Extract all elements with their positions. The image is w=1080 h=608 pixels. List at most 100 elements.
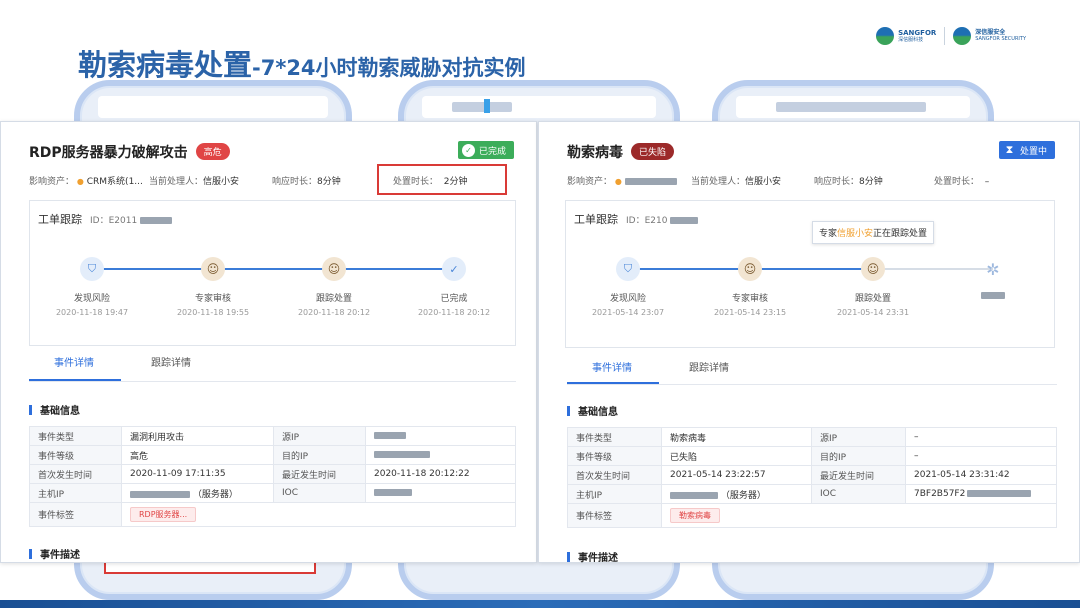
tracking-title-text: 工单跟踪 [38, 213, 82, 226]
table-value: 2021-05-14 23:31:42 [905, 465, 1057, 485]
step-time: 2020-11-18 19:55 [176, 308, 250, 317]
incident-card-ransomware: 勒索病毒 已失陷 ⧗ 处置中 影响资产： ● 当前处理人：信服小安 响应时长：8分… [538, 121, 1080, 564]
table-value: 勒索病毒 [661, 503, 1057, 528]
tab-tracking-details[interactable]: 跟踪详情 [689, 359, 729, 374]
table-key: 事件等级 [29, 445, 122, 465]
severity-tag: 已失陷 [631, 143, 675, 160]
table-value: 高危 [121, 445, 274, 465]
table-key: 最近发生时间 [811, 465, 906, 485]
host-ip-suffix: （服务器） [192, 489, 238, 500]
tracking-title: 工单跟踪 ID：E2011 [38, 211, 173, 227]
status-label: 处置中 [1019, 146, 1047, 157]
process-value: – [984, 177, 990, 187]
asset-meta: 影响资产： ● [567, 174, 677, 187]
blue-highlight [484, 99, 490, 113]
shield-icon: ⛉ [80, 257, 104, 281]
process-label: 处置时长： [934, 177, 980, 187]
tab-event-details[interactable]: 事件详情 [592, 359, 632, 374]
slide-title-sub: -7*24小时勒索威胁对抗实例 [252, 56, 526, 80]
incident-card-rdp: RDP服务器暴力破解攻击 高危 ✓ 已完成 影响资产： ● CRM系统(1... … [0, 121, 537, 563]
response-meta: 响应时长：8分钟 [814, 174, 883, 187]
sangfor-security-logo: 深信服安全 SANGFOR SECURITY [953, 27, 1026, 45]
severity-tag: 高危 [195, 143, 230, 160]
sangfor-security-logo-icon [953, 27, 972, 45]
tooltip-name: 信服小安 [837, 229, 874, 239]
ticket-tracking: 工单跟踪 ID：E2011 ⛉ ☺ ☺ ✓ 发现风险 专家审核 跟踪处置 已完成 … [29, 200, 516, 346]
incident-title: 勒索病毒 已失陷 [567, 142, 675, 162]
table-key: IOC [273, 483, 366, 503]
expert-avatar-icon: ☺ [322, 257, 346, 281]
response-meta: 响应时长：8分钟 [272, 174, 341, 187]
event-tag-chip[interactable]: RDP服务器... [130, 507, 197, 522]
ticket-id: ID：E210 [626, 216, 699, 226]
table-value-blurred [365, 426, 516, 446]
table-key: 最近发生时间 [273, 464, 366, 484]
table-row: 主机IP （服务器） IOC [29, 483, 516, 503]
table-value-blurred [365, 483, 516, 503]
sangfor-logo: SANGFOR 深信服科技 [876, 27, 936, 45]
blurred-text [374, 489, 412, 496]
table-value: （服务器） [121, 483, 274, 503]
event-desc-heading: 事件描述 [567, 549, 618, 564]
tab-event-details[interactable]: 事件详情 [54, 354, 94, 369]
asset-dot-icon: ● [614, 177, 622, 186]
step-label: 发现风险 [73, 294, 110, 304]
table-key: 目的IP [273, 445, 366, 465]
table-key: 源IP [811, 427, 906, 447]
blurred-text [776, 102, 926, 112]
handler-value: 信服小安 [203, 177, 240, 187]
table-value: RDP服务器... [121, 502, 516, 527]
table-key: IOC [811, 484, 906, 504]
expert-avatar-icon: ☺ [201, 257, 225, 281]
process-meta: 处置时长： – [934, 174, 989, 187]
step-label: 发现风险 [609, 294, 646, 304]
step-label: 专家审核 [731, 294, 768, 304]
slide-title-main: 勒索病毒处置 [78, 48, 253, 82]
step-time: 2020-11-18 19:47 [55, 308, 129, 317]
incident-title-text: 勒索病毒 [567, 145, 623, 161]
step-label: 跟踪处置 [854, 294, 891, 304]
phone-header [736, 96, 970, 118]
handler-label: 当前处理人： [691, 177, 746, 187]
asset-value[interactable]: CRM系统(1... [87, 177, 143, 187]
tracking-tooltip: 专家信服小安正在跟踪处置 [812, 221, 935, 244]
ticket-id-text: ID：E2011 [90, 216, 138, 226]
slide: 勒索病毒处置-7*24小时勒索威胁对抗实例 SANGFOR 深信服科技 深信服安… [0, 0, 1080, 608]
step-label: 已完成 [440, 294, 468, 304]
status-label: 已完成 [478, 146, 506, 157]
table-row: 事件标签 RDP服务器... [29, 502, 516, 527]
tab-tracking-details[interactable]: 跟踪详情 [151, 354, 191, 369]
table-value: – [905, 446, 1057, 466]
status-processing-button[interactable]: ⧗ 处置中 [998, 141, 1055, 159]
table-row: 主机IP （服务器） IOC 7BF2B57F2 [567, 484, 1057, 504]
table-key: 事件标签 [29, 502, 122, 527]
expert-avatar-icon: ☺ [738, 257, 762, 281]
highlight-box [377, 164, 507, 195]
check-icon: ✓ [461, 143, 475, 157]
table-key: 目的IP [811, 446, 906, 466]
ticket-id-text: ID：E210 [626, 216, 668, 226]
tooltip-prefix: 专家 [819, 229, 838, 239]
blurred-text [374, 451, 430, 458]
tooltip-suffix: 正在跟踪处置 [873, 229, 928, 239]
tracking-pending-line [873, 268, 993, 270]
response-value: 8分钟 [859, 177, 883, 187]
blurred-text [130, 490, 190, 498]
basic-info-heading: 基础信息 [29, 402, 80, 417]
asset-label: 影响资产： [29, 177, 75, 187]
status-done-button[interactable]: ✓ 已完成 [457, 141, 514, 159]
handler-meta: 当前处理人：信服小安 [149, 174, 239, 187]
table-key: 首次发生时间 [29, 464, 122, 484]
sangfor-logo-en: SANGFOR [898, 28, 937, 37]
table-key: 事件标签 [567, 503, 662, 528]
security-logo-en: SANGFOR SECURITY [975, 36, 1026, 42]
table-value: 2020-11-18 20:12:22 [365, 464, 516, 484]
step-label: 专家审核 [194, 294, 231, 304]
table-row: 事件类型 勒索病毒 源IP – [567, 427, 1057, 447]
response-label: 响应时长： [814, 177, 860, 187]
blurred-text [967, 490, 1032, 497]
blurred-id [670, 217, 699, 224]
incident-title-text: RDP服务器暴力破解攻击 [29, 145, 188, 161]
event-tag-chip[interactable]: 勒索病毒 [670, 508, 720, 523]
phone-header [422, 96, 656, 118]
